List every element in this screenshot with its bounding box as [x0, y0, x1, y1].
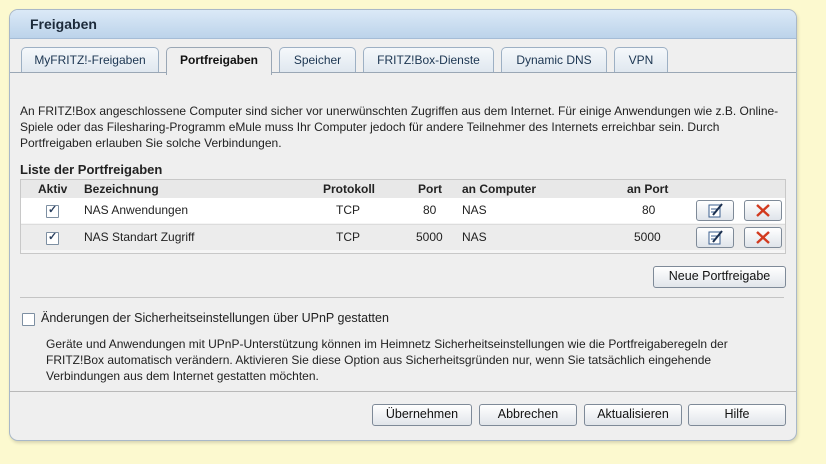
- intro-text: An FRITZ!Box angeschlossene Computer sin…: [20, 104, 779, 150]
- tab-speicher[interactable]: Speicher: [279, 47, 356, 73]
- row-computer: NAS: [462, 203, 487, 217]
- row-name: NAS Standart Zugriff: [84, 230, 195, 244]
- header-computer: an Computer: [462, 182, 537, 196]
- divider: [20, 297, 784, 298]
- row-protocol: TCP: [336, 203, 360, 217]
- upnp-description: Geräte und Anwendungen mit UPnP-Unterstü…: [46, 337, 728, 383]
- header-active: Aktiv: [38, 182, 68, 196]
- tab-fritzbox-dienste[interactable]: FRITZ!Box-Dienste: [363, 47, 494, 73]
- new-portfreigabe-button[interactable]: Neue Portfreigabe: [653, 266, 786, 288]
- row-active-checkbox[interactable]: [46, 230, 59, 245]
- delete-button[interactable]: [744, 200, 782, 221]
- header-protocol: Protokoll: [323, 182, 376, 196]
- list-title: Liste der Portfreigaben: [20, 162, 163, 177]
- tab-portfreigaben[interactable]: Portfreigaben: [166, 47, 272, 75]
- table-header: Aktiv Bezeichnung Protokoll Port an Comp…: [21, 180, 785, 198]
- row-active-checkbox[interactable]: [46, 203, 59, 218]
- header-port: Port: [418, 182, 442, 196]
- tab-vpn[interactable]: VPN: [614, 47, 668, 73]
- header-to-port: an Port: [627, 182, 669, 196]
- row-name: NAS Anwendungen: [84, 203, 189, 217]
- edit-button[interactable]: [696, 227, 734, 248]
- tab-content: An FRITZ!Box angeschlossene Computer sin…: [10, 72, 796, 385]
- upnp-label[interactable]: Änderungen der Sicherheitseinstellungen …: [41, 311, 389, 325]
- help-button[interactable]: Hilfe: [688, 404, 786, 426]
- edit-icon: [708, 230, 723, 245]
- upnp-checkbox[interactable]: [22, 313, 35, 326]
- portfreigaben-table: Aktiv Bezeichnung Protokoll Port an Comp…: [20, 179, 786, 254]
- tab-myfritz-freigaben[interactable]: MyFRITZ!-Freigaben: [21, 47, 159, 73]
- row-protocol: TCP: [336, 230, 360, 244]
- table-row: NAS Standart Zugriff TCP 5000 NAS 5000: [21, 224, 785, 250]
- header-name: Bezeichnung: [84, 182, 159, 196]
- freigaben-panel: Freigaben MyFRITZ!-Freigaben Portfreigab…: [9, 9, 797, 441]
- panel-title: Freigaben: [10, 10, 796, 39]
- row-port: 5000: [416, 230, 443, 244]
- row-computer: NAS: [462, 230, 487, 244]
- edit-icon: [708, 203, 723, 218]
- apply-button[interactable]: Übernehmen: [372, 404, 472, 426]
- footer-divider: [10, 391, 796, 392]
- delete-icon: [756, 231, 770, 244]
- row-port: 80: [423, 203, 437, 217]
- edit-button[interactable]: [696, 200, 734, 221]
- delete-button[interactable]: [744, 227, 782, 248]
- row-to-port: 5000: [634, 230, 661, 244]
- table-row: NAS Anwendungen TCP 80 NAS 80: [21, 198, 785, 223]
- cancel-button[interactable]: Abbrechen: [479, 404, 577, 426]
- row-to-port: 80: [642, 203, 656, 217]
- refresh-button[interactable]: Aktualisieren: [584, 404, 682, 426]
- delete-icon: [756, 204, 770, 217]
- tab-dynamic-dns[interactable]: Dynamic DNS: [501, 47, 607, 73]
